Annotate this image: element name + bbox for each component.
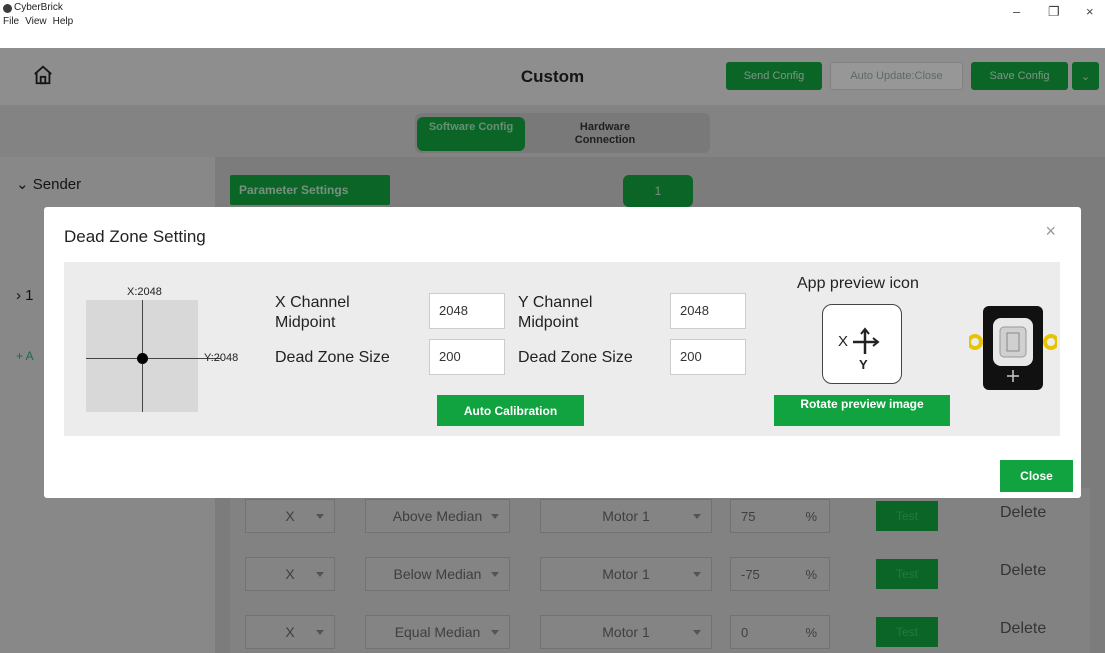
x-midpoint-label: X Channel Midpoint <box>275 294 350 331</box>
y-readout: Y:2048 <box>204 352 239 364</box>
x-deadzone-input[interactable]: 200 <box>429 339 505 375</box>
menu-view[interactable]: View <box>25 16 47 30</box>
y-deadzone-label: Dead Zone Size <box>518 349 633 366</box>
menu-help[interactable]: Help <box>53 16 74 30</box>
app-logo-icon <box>3 4 12 13</box>
close-icon[interactable]: × <box>1045 221 1056 242</box>
dialog-body: X:2048 Y:2048 X Channel Midpoint 2048 Y … <box>64 262 1060 436</box>
close-window-icon[interactable]: × <box>1086 4 1094 19</box>
minimize-icon[interactable]: – <box>1013 4 1020 19</box>
restore-icon[interactable]: ❐ <box>1048 4 1060 20</box>
window-titlebar: CyberBrick File View Help – ❐ × <box>0 0 1105 30</box>
y-deadzone-input[interactable]: 200 <box>670 339 746 375</box>
app-title: CyberBrick <box>14 2 63 13</box>
dead-zone-dialog: Dead Zone Setting × X:2048 Y:2048 X Chan… <box>44 207 1081 498</box>
auto-calibration-button[interactable]: Auto Calibration <box>437 395 584 426</box>
preview-x-label: X <box>838 333 849 350</box>
menu-bar: File View Help <box>0 16 73 30</box>
close-button[interactable]: Close <box>1000 460 1073 492</box>
x-deadzone-label: Dead Zone Size <box>275 349 390 366</box>
y-midpoint-input[interactable]: 2048 <box>670 293 746 329</box>
controller-device-image <box>969 306 1057 390</box>
preview-title: App preview icon <box>797 275 919 292</box>
x-axis-line <box>86 358 221 359</box>
x-midpoint-input[interactable]: 2048 <box>429 293 505 329</box>
dialog-title: Dead Zone Setting <box>64 227 206 246</box>
arrows-cross-icon <box>853 327 880 354</box>
rotate-preview-button[interactable]: Rotate preview image <box>774 395 950 426</box>
joystick-position-dot <box>137 353 148 364</box>
y-midpoint-label: Y Channel Midpoint <box>518 294 593 331</box>
joystick-preview-icon: X Y <box>822 304 902 384</box>
x-readout: X:2048 <box>127 286 162 298</box>
menu-file[interactable]: File <box>3 16 19 30</box>
preview-y-label: Y <box>859 357 868 372</box>
joystick-visualizer <box>86 300 221 412</box>
